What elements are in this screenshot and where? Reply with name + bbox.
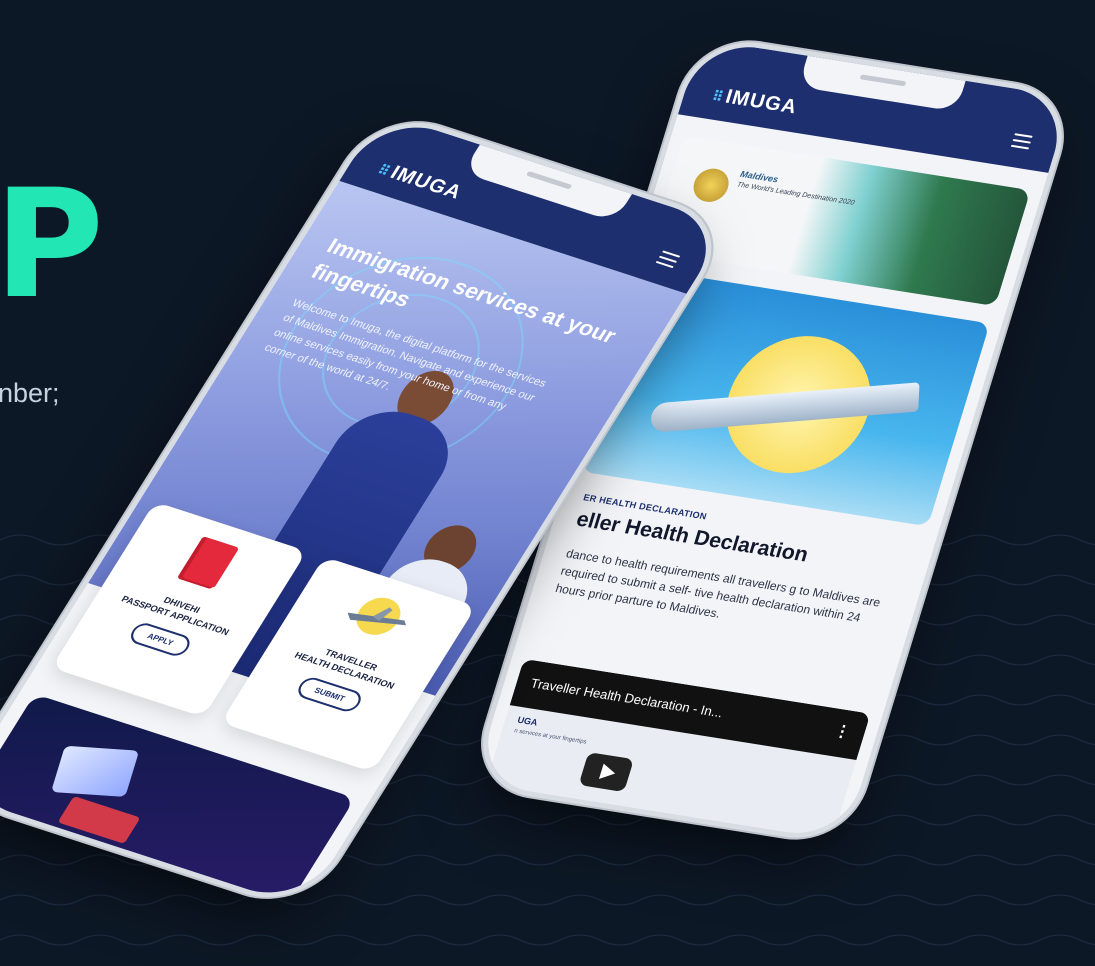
award-badge-icon — [689, 166, 733, 205]
video-title: Traveller Health Declaration - In... — [528, 675, 725, 721]
hero-subtitle: nber; — [0, 378, 60, 408]
passport-illustration — [50, 745, 140, 797]
imuga-logo[interactable]: ⠿IMUGA — [709, 84, 800, 119]
apply-button[interactable]: APPLY — [126, 620, 194, 659]
banner-subtitle: The World's Leading Destination 2020 — [736, 181, 856, 207]
hamburger-menu-icon[interactable] — [655, 250, 681, 269]
submit-button[interactable]: SUBMIT — [293, 675, 366, 715]
video-subtitle: n services at your fingertips — [513, 728, 588, 746]
video-title-bar: Traveller Health Declaration - In... ⋮ — [509, 658, 871, 761]
hero-letter: P — [0, 158, 104, 332]
video-logo: UGA — [516, 714, 539, 728]
airplane-icon — [347, 597, 407, 635]
more-vert-icon[interactable]: ⋮ — [831, 721, 853, 743]
passport-icon — [178, 536, 239, 589]
hamburger-menu-icon[interactable] — [1010, 133, 1033, 150]
